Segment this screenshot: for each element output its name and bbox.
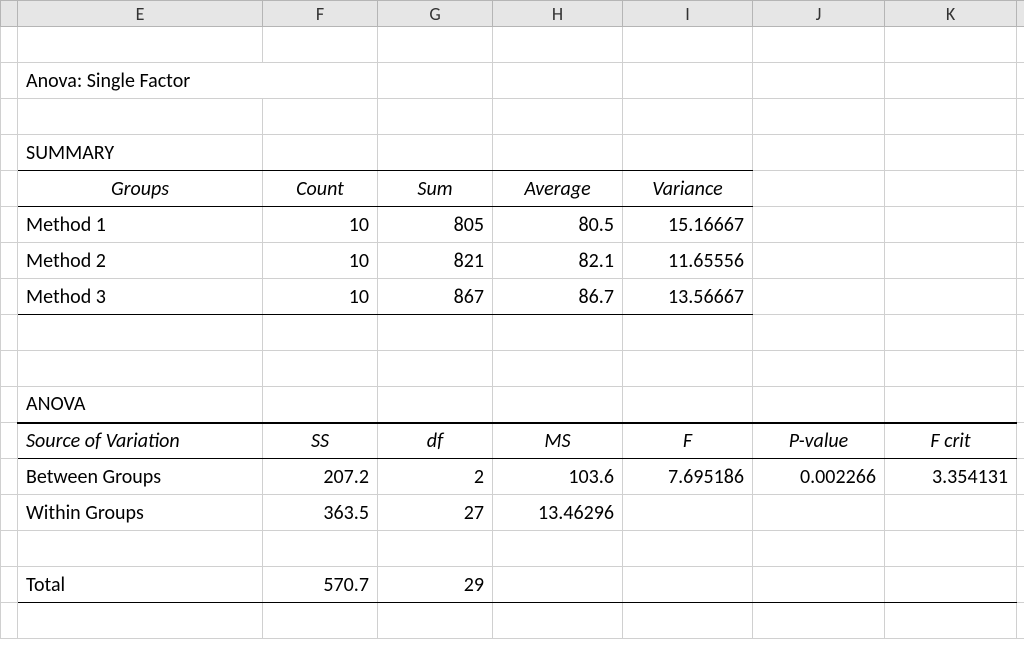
col-header-f[interactable]: F bbox=[263, 1, 378, 27]
anova-f[interactable] bbox=[623, 567, 753, 603]
anova-col-ms[interactable]: MS bbox=[493, 423, 623, 459]
table-row: Between Groups 207.2 2 103.6 7.695186 0.… bbox=[1, 459, 1024, 495]
anova-ms[interactable]: 103.6 bbox=[493, 459, 623, 495]
spreadsheet-grid[interactable]: E F G H I J K Anova: Single Factor SUMMA… bbox=[0, 0, 1024, 639]
summary-var[interactable]: 13.56667 bbox=[623, 279, 753, 315]
summary-avg[interactable]: 82.1 bbox=[493, 243, 623, 279]
anova-ss[interactable]: 207.2 bbox=[263, 459, 378, 495]
summary-group[interactable]: Method 2 bbox=[18, 243, 263, 279]
anova-src[interactable]: Total bbox=[18, 567, 263, 603]
anova-heading[interactable]: ANOVA bbox=[18, 387, 263, 423]
anova-p[interactable] bbox=[753, 567, 885, 603]
col-header-i[interactable]: I bbox=[623, 1, 753, 27]
col-header-e[interactable]: E bbox=[18, 1, 263, 27]
anova-p[interactable]: 0.002266 bbox=[753, 459, 885, 495]
col-header-k[interactable]: K bbox=[885, 1, 1017, 27]
table-row: Method 2 10 821 82.1 11.65556 bbox=[1, 243, 1024, 279]
anova-fcrit[interactable] bbox=[885, 567, 1017, 603]
anova-col-fcrit[interactable]: F crit bbox=[885, 423, 1017, 459]
summary-avg[interactable]: 80.5 bbox=[493, 207, 623, 243]
summary-group[interactable]: Method 1 bbox=[18, 207, 263, 243]
summary-var[interactable]: 15.16667 bbox=[623, 207, 753, 243]
anova-df[interactable]: 27 bbox=[378, 495, 493, 531]
col-header-g[interactable]: G bbox=[378, 1, 493, 27]
summary-sum[interactable]: 805 bbox=[378, 207, 493, 243]
anova-f[interactable] bbox=[623, 495, 753, 531]
cell[interactable] bbox=[18, 27, 263, 63]
summary-col-count[interactable]: Count bbox=[263, 171, 378, 207]
col-header-h[interactable]: H bbox=[493, 1, 623, 27]
table-row: Method 1 10 805 80.5 15.16667 bbox=[1, 207, 1024, 243]
summary-count[interactable]: 10 bbox=[263, 207, 378, 243]
summary-count[interactable]: 10 bbox=[263, 279, 378, 315]
anova-col-df[interactable]: df bbox=[378, 423, 493, 459]
summary-count[interactable]: 10 bbox=[263, 243, 378, 279]
table-row: Within Groups 363.5 27 13.46296 bbox=[1, 495, 1024, 531]
anova-col-p[interactable]: P-value bbox=[753, 423, 885, 459]
summary-col-groups[interactable]: Groups bbox=[18, 171, 263, 207]
anova-ms[interactable] bbox=[493, 567, 623, 603]
anova-col-ss[interactable]: SS bbox=[263, 423, 378, 459]
summary-col-sum[interactable]: Sum bbox=[378, 171, 493, 207]
anova-p[interactable] bbox=[753, 495, 885, 531]
anova-df[interactable]: 2 bbox=[378, 459, 493, 495]
anova-src[interactable]: Between Groups bbox=[18, 459, 263, 495]
anova-f[interactable]: 7.695186 bbox=[623, 459, 753, 495]
anova-col-src[interactable]: Source of Variation bbox=[18, 423, 263, 459]
anova-fcrit[interactable] bbox=[885, 495, 1017, 531]
header-stub bbox=[1, 1, 18, 27]
anova-fcrit[interactable]: 3.354131 bbox=[885, 459, 1017, 495]
column-headers: E F G H I J K bbox=[1, 1, 1024, 27]
table-row: Method 3 10 867 86.7 13.56667 bbox=[1, 279, 1024, 315]
anova-ss[interactable]: 363.5 bbox=[263, 495, 378, 531]
anova-title[interactable]: Anova: Single Factor bbox=[18, 63, 263, 99]
summary-heading[interactable]: SUMMARY bbox=[18, 135, 263, 171]
anova-src[interactable]: Within Groups bbox=[18, 495, 263, 531]
summary-avg[interactable]: 86.7 bbox=[493, 279, 623, 315]
header-tail bbox=[1017, 1, 1024, 27]
summary-var[interactable]: 11.65556 bbox=[623, 243, 753, 279]
summary-group[interactable]: Method 3 bbox=[18, 279, 263, 315]
anova-ss[interactable]: 570.7 bbox=[263, 567, 378, 603]
table-row: Total 570.7 29 bbox=[1, 567, 1024, 603]
summary-sum[interactable]: 821 bbox=[378, 243, 493, 279]
summary-col-var[interactable]: Variance bbox=[623, 171, 753, 207]
summary-sum[interactable]: 867 bbox=[378, 279, 493, 315]
col-header-j[interactable]: J bbox=[753, 1, 885, 27]
anova-ms[interactable]: 13.46296 bbox=[493, 495, 623, 531]
summary-col-avg[interactable]: Average bbox=[493, 171, 623, 207]
anova-df[interactable]: 29 bbox=[378, 567, 493, 603]
anova-col-f[interactable]: F bbox=[623, 423, 753, 459]
